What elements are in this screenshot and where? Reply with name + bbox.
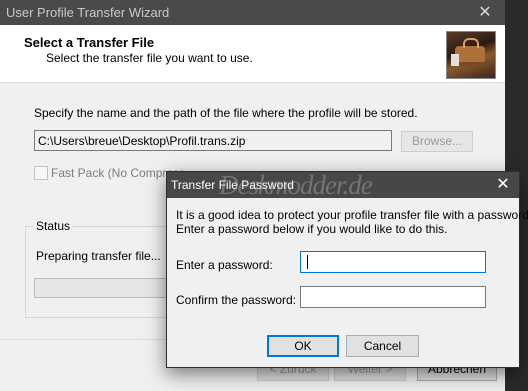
instruction-text: Specify the name and the path of the fil… [34,106,418,120]
page-title: Select a Transfer File [24,35,155,50]
suitcase-icon [446,31,496,79]
ok-button[interactable]: OK [267,335,339,357]
wizard-titlebar[interactable]: User Profile Transfer Wizard ✕ [0,0,505,25]
dialog-title: Transfer File Password [171,178,294,192]
text-caret [307,255,308,269]
wizard-title: User Profile Transfer Wizard [6,5,170,20]
dialog-message-line2: Enter a password below if you would like… [176,222,448,236]
browse-button[interactable]: Browse... [401,131,473,152]
fast-pack-checkbox[interactable] [34,166,48,180]
confirm-password-input[interactable] [300,286,486,308]
confirm-password-label: Confirm the password: [176,293,297,307]
status-text: Preparing transfer file... [36,249,161,263]
close-icon[interactable]: ✕ [465,0,505,25]
status-group-label: Status [34,219,73,233]
wizard-header: Select a Transfer File Select the transf… [0,25,505,83]
password-input[interactable] [300,251,486,273]
file-path-field[interactable] [34,130,392,151]
password-label: Enter a password: [176,258,273,272]
fast-pack-label: Fast Pack (No Compress [51,166,186,180]
page-subtitle: Select the transfer file you want to use… [46,51,253,65]
dialog-message-line1: It is a good idea to protect your profil… [176,208,528,222]
dialog-titlebar[interactable]: Transfer File Password Deskmodder.de ✕ [167,170,519,200]
dialog-close-icon[interactable]: ✕ [487,172,519,198]
dialog-cancel-button[interactable]: Cancel [346,335,419,357]
password-dialog: Transfer File Password Deskmodder.de ✕ I… [166,170,528,368]
